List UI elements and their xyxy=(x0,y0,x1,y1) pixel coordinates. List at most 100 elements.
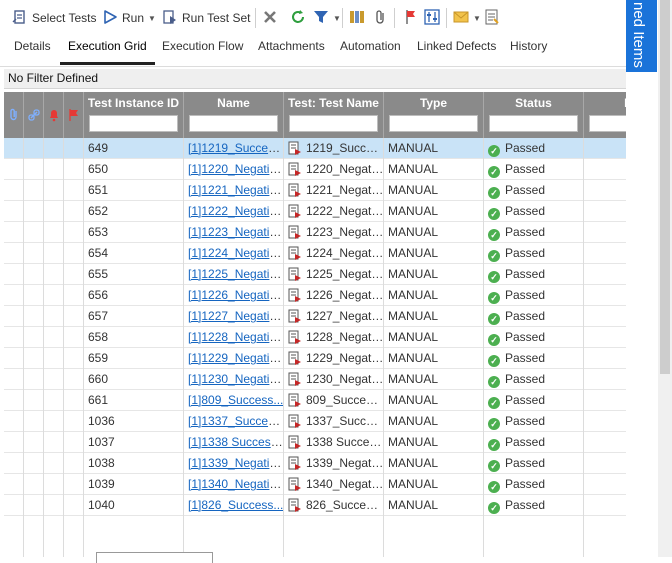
test-instance-link[interactable]: [1]809_Success... xyxy=(188,393,283,407)
table-row[interactable]: 656 [1]1226_Negativ... 1226_Negativ... MANU… xyxy=(4,285,626,306)
test-name-filter-input[interactable] xyxy=(289,115,378,132)
header-status[interactable]: Status xyxy=(484,92,584,138)
test-instance-link[interactable]: [1]1220_Negativ... xyxy=(188,162,284,176)
filter-bar[interactable]: No Filter Defined xyxy=(4,69,626,89)
name-cell[interactable]: [1]1339_Negativ... xyxy=(184,453,284,474)
name-cell[interactable]: [1]1225_Negativ... xyxy=(184,264,284,285)
test-instance-link[interactable]: [1]826_Success... xyxy=(188,498,283,512)
tab-linked-defects[interactable]: Linked Defects xyxy=(417,36,496,65)
tab-history[interactable]: History xyxy=(510,36,547,65)
delete-button[interactable] xyxy=(262,8,278,28)
table-row[interactable]: 649 [1]1219_Success... 1219_Succes... MANUA… xyxy=(4,138,626,159)
name-cell[interactable]: [1]1340_Negativ... xyxy=(184,474,284,495)
bottom-panel-button[interactable] xyxy=(96,552,213,563)
name-filter-input[interactable] xyxy=(189,115,278,132)
header-link[interactable] xyxy=(24,92,44,138)
table-row[interactable]: 1038 [1]1339_Negativ... 1339_Negativ... MAN… xyxy=(4,453,626,474)
tab-attachments[interactable]: Attachments xyxy=(258,36,325,65)
table-row[interactable]: 659 [1]1229_Negativ... 1229_Negativ... MANU… xyxy=(4,348,626,369)
tab-details[interactable]: Details xyxy=(14,36,51,65)
link-icon xyxy=(24,108,43,122)
name-cell[interactable]: [1]1220_Negativ... xyxy=(184,159,284,180)
filter-button[interactable]: ▼ xyxy=(313,8,341,28)
attachments-button[interactable] xyxy=(373,8,389,28)
select-columns-button[interactable] xyxy=(349,8,365,28)
vertical-scrollbar[interactable] xyxy=(658,0,672,557)
name-cell[interactable]: [1]1227_Negativ... xyxy=(184,306,284,327)
header-flag[interactable] xyxy=(64,92,84,138)
table-row[interactable]: 660 [1]1230_Negativ... 1230_Negativ... MANU… xyxy=(4,369,626,390)
test-instance-link[interactable]: [1]1229_Negativ... xyxy=(188,351,284,365)
test-instance-link[interactable]: [1]1226_Negativ... xyxy=(188,288,284,302)
table-row[interactable]: 653 [1]1223_Negativ... 1223_Negativ... MANU… xyxy=(4,222,626,243)
header-type[interactable]: Type xyxy=(384,92,484,138)
table-row[interactable]: 1037 [1]1338 Success... 1338 Success... MAN… xyxy=(4,432,626,453)
table-row[interactable]: 652 [1]1222_Negativ... 1222_Negativ... MANU… xyxy=(4,201,626,222)
type-filter-input[interactable] xyxy=(389,115,478,132)
name-cell[interactable]: [1]1338 Success... xyxy=(184,432,284,453)
table-row[interactable]: 661 [1]809_Success... 809_Success... MANUAL… xyxy=(4,390,626,411)
table-row[interactable]: 1039 [1]1340_Negativ... 1340_Negativ... MAN… xyxy=(4,474,626,495)
run-test-set-button[interactable]: Run Test Set xyxy=(162,8,250,28)
test-instance-link[interactable]: [1]1338 Success... xyxy=(188,435,284,449)
table-row[interactable]: 657 [1]1227_Negativ... 1227_Negativ... MANU… xyxy=(4,306,626,327)
test-instance-link[interactable]: [1]1221_Negativ... xyxy=(188,183,284,197)
test-instance-link[interactable]: [1]1337_Success... xyxy=(188,414,284,428)
scrollbar-thumb[interactable] xyxy=(660,0,670,374)
name-cell[interactable]: [1]809_Success... xyxy=(184,390,284,411)
name-cell[interactable]: [1]1230_Negativ... xyxy=(184,369,284,390)
flag-button[interactable] xyxy=(403,8,419,28)
name-cell[interactable]: [1]1219_Success... xyxy=(184,138,284,159)
table-row[interactable]: 1040 [1]826_Success... 826_Success... MANUA… xyxy=(4,495,626,516)
test-instance-link[interactable]: [1]1224_Negativ... xyxy=(188,246,284,260)
refresh-button[interactable] xyxy=(290,8,306,28)
table-row[interactable]: 650 [1]1220_Negativ... 1220_Negativ... MANU… xyxy=(4,159,626,180)
header-alert[interactable] xyxy=(44,92,64,138)
table-row[interactable]: 651 [1]1221_Negativ... 1221_Negativ... MANU… xyxy=(4,180,626,201)
item-filter-input[interactable] xyxy=(589,115,626,132)
test-instance-link[interactable]: [1]1230_Negativ... xyxy=(188,372,284,386)
check-circle-icon: ✓ xyxy=(488,418,500,430)
select-tests-button[interactable]: Select Tests xyxy=(12,8,96,28)
type-cell: MANUAL xyxy=(388,393,439,407)
header-attachment[interactable] xyxy=(4,92,24,138)
settings-button[interactable] xyxy=(424,8,440,28)
table-row[interactable]: 655 [1]1225_Negativ... 1225_Negativ... MANU… xyxy=(4,264,626,285)
test-instance-id-filter-input[interactable] xyxy=(89,115,178,132)
manual-test-icon xyxy=(288,498,302,516)
test-instance-link[interactable]: [1]1339_Negativ... xyxy=(188,456,284,470)
table-row[interactable]: 658 [1]1228_Negativ... 1228_Negativ... MANU… xyxy=(4,327,626,348)
side-panel-tab[interactable]: ned Items xyxy=(626,0,657,72)
name-cell[interactable]: [1]826_Success... xyxy=(184,495,284,516)
test-instance-link[interactable]: [1]1227_Negativ... xyxy=(188,309,284,323)
header-item[interactable]: Iter xyxy=(584,92,626,138)
name-cell[interactable]: [1]1228_Negativ... xyxy=(184,327,284,348)
table-row[interactable]: 654 [1]1224_Negativ... 1224_Negativ... MANU… xyxy=(4,243,626,264)
table-row[interactable]: 1036 [1]1337_Success... 1337_Succes... MANU… xyxy=(4,411,626,432)
status-filter-input[interactable] xyxy=(489,115,578,132)
send-email-button[interactable]: ▼ xyxy=(453,8,481,28)
select-tests-label: Select Tests xyxy=(32,11,97,25)
test-instance-link[interactable]: [1]1340_Negativ... xyxy=(188,477,284,491)
name-cell[interactable]: [1]1224_Negativ... xyxy=(184,243,284,264)
test-instance-link[interactable]: [1]1222_Negativ... xyxy=(188,204,284,218)
test-instance-link[interactable]: [1]1219_Success... xyxy=(188,141,284,155)
name-cell[interactable]: [1]1221_Negativ... xyxy=(184,180,284,201)
name-cell[interactable]: [1]1229_Negativ... xyxy=(184,348,284,369)
test-instance-link[interactable]: [1]1223_Negativ... xyxy=(188,225,284,239)
report-button[interactable] xyxy=(484,8,500,28)
header-test-name[interactable]: Test: Test Name xyxy=(284,92,384,138)
tab-automation[interactable]: Automation xyxy=(340,36,401,65)
name-cell[interactable]: [1]1337_Success... xyxy=(184,411,284,432)
header-test-instance-id[interactable]: Test Instance ID xyxy=(84,92,184,138)
name-cell[interactable]: [1]1226_Negativ... xyxy=(184,285,284,306)
test-instance-link[interactable]: [1]1225_Negativ... xyxy=(188,267,284,281)
tab-execution-flow[interactable]: Execution Flow xyxy=(162,36,243,65)
name-cell[interactable]: [1]1223_Negativ... xyxy=(184,222,284,243)
test-instance-link[interactable]: [1]1228_Negativ... xyxy=(188,330,284,344)
tab-execution-grid[interactable]: Execution Grid xyxy=(60,36,155,65)
name-cell[interactable]: [1]1222_Negativ... xyxy=(184,201,284,222)
header-name[interactable]: Name xyxy=(184,92,284,138)
run-button[interactable]: Run ▼ xyxy=(102,8,156,28)
test-name-text: 1219_Succes... xyxy=(306,141,384,155)
